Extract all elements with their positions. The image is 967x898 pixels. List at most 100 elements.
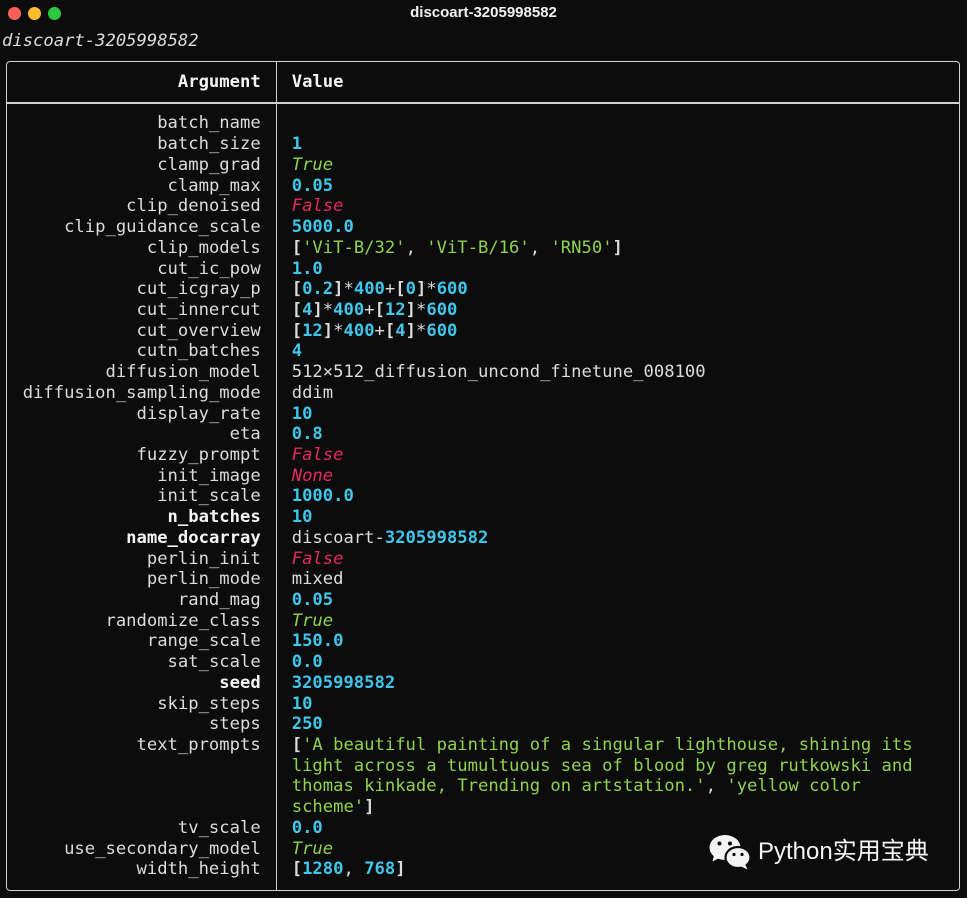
cell-padding [261, 404, 292, 425]
value-cell: 0.05 [292, 590, 944, 611]
table-row: perlin_mode mixed [2, 569, 944, 590]
cell-padding [261, 466, 292, 487]
argument-cell: init_scale [157, 486, 261, 507]
column-header-value: Value [291, 72, 344, 93]
cell-padding [261, 300, 292, 321]
watermark: Python实用宝典 [708, 833, 929, 871]
title-bar[interactable]: discoart-3205998582 [0, 0, 967, 26]
value-cell: 5000.0 [292, 217, 944, 238]
table-row: skip_steps 10 [2, 694, 944, 715]
value-token: 0.05 [291, 590, 334, 610]
value-token: * [426, 279, 437, 300]
cell-padding [261, 424, 292, 445]
cell-padding [261, 445, 292, 466]
value-token: False [291, 196, 344, 217]
value-token: True [291, 154, 334, 175]
argument-cell: randomize_class [105, 610, 261, 631]
argument-cell: diffusion_model [105, 362, 261, 383]
table-row: cut_overview [12]*400+[4]*600 [2, 321, 944, 342]
argument-cell: cut_ic_pow [157, 258, 261, 279]
value-token: False [291, 444, 344, 465]
cell-padding [261, 321, 292, 342]
cell-padding [261, 673, 292, 694]
value-token: , [405, 237, 427, 258]
value-token: ] [312, 299, 323, 320]
value-token: + [364, 299, 375, 320]
cell-padding [261, 694, 292, 715]
cell-padding [261, 176, 292, 197]
table-header: Argument Value [2, 72, 944, 93]
value-token: ] [322, 320, 334, 341]
table-row: clip_guidance_scale 5000.0 [2, 217, 944, 238]
argument-cell: cutn_batches [136, 341, 261, 362]
value-cell: 1 [292, 134, 944, 155]
cell-padding [261, 590, 292, 611]
value-cell: discoart-3205998582 [292, 528, 944, 549]
value-cell: False [292, 549, 944, 570]
value-token: [ [291, 859, 303, 880]
value-cell: 4 [292, 341, 944, 362]
table-row: cut_ic_pow 1.0 [2, 259, 944, 280]
value-token: 10 [291, 507, 313, 528]
value-token: 1280 [302, 859, 344, 880]
table-row: range_scale 150.0 [2, 631, 944, 652]
argument-cell: seed [219, 672, 261, 693]
value-token: 4 [291, 341, 303, 362]
argument-cell: cut_innercut [136, 299, 261, 320]
table-row: clip_models ['ViT-B/32', 'ViT-B/16', 'RN5… [2, 238, 944, 259]
value-token: 400 [353, 279, 385, 300]
value-token: 250 [291, 714, 323, 735]
value-token: [ [395, 279, 406, 300]
cell-padding [261, 341, 292, 362]
value-token: * [415, 299, 427, 320]
value-token: 12 [302, 320, 323, 341]
value-token: + [374, 320, 385, 341]
table-row: cut_innercut [4]*400+[12]*600 [2, 300, 944, 321]
value-token: 'RN50' [550, 237, 613, 258]
value-token: , [705, 776, 727, 797]
argument-cell: diffusion_sampling_mode [22, 382, 261, 403]
value-token: 1.0 [291, 258, 323, 279]
argument-cell: fuzzy_prompt [136, 444, 261, 465]
value-cell: False [292, 196, 944, 217]
value-cell: 1.0 [292, 259, 944, 280]
value-cell: [12]*400+[4]*600 [292, 321, 944, 342]
value-token: 'ViT-B/16' [426, 237, 530, 258]
table-row: display_rate 10 [2, 404, 944, 425]
table-title: discoart-3205998582 [2, 30, 199, 51]
column-header-argument: Argument [177, 72, 261, 93]
cell-padding [261, 486, 292, 507]
table-row: randomize_class True [2, 611, 944, 632]
argument-cell: display_rate [136, 403, 261, 424]
value-cell [292, 113, 944, 134]
wechat-icon [709, 835, 752, 870]
value-token: True [291, 838, 334, 859]
value-token: discoart- [291, 527, 385, 548]
value-token: 400 [333, 299, 365, 320]
value-cell: 10 [292, 507, 944, 528]
table-row: clip_denoised False [2, 196, 944, 217]
value-token: 3205998582 [291, 672, 396, 693]
value-token: 600 [436, 279, 468, 300]
terminal-pane[interactable]: discoart-3205998582 Argument Value batch… [0, 26, 967, 898]
value-cell: mixed [292, 569, 944, 590]
table-row: diffusion_sampling_mode ddim [2, 383, 944, 404]
value-token: 12 [384, 299, 406, 320]
value-cell: ddim [292, 383, 944, 404]
cell-padding [261, 259, 292, 280]
argument-cell: clamp_grad [157, 154, 261, 175]
cell-padding [261, 818, 292, 839]
argument-cell: steps [208, 714, 261, 735]
value-token: + [384, 279, 396, 300]
value-token: ] [612, 237, 623, 258]
table-body: batch_name batch_size 1 clamp_grad True clamp… [2, 113, 944, 880]
value-cell: 1000.0 [292, 486, 944, 507]
value-cell: True [292, 155, 944, 176]
value-token: 5000.0 [291, 217, 354, 238]
argument-cell: clamp_max [167, 175, 261, 196]
argument-cell: cut_icgray_p [136, 279, 261, 300]
value-token: ] [415, 279, 427, 300]
argument-cell: clip_guidance_scale [64, 217, 261, 238]
watermark-text: Python实用宝典 [758, 838, 929, 865]
value-token: [ [384, 320, 396, 341]
